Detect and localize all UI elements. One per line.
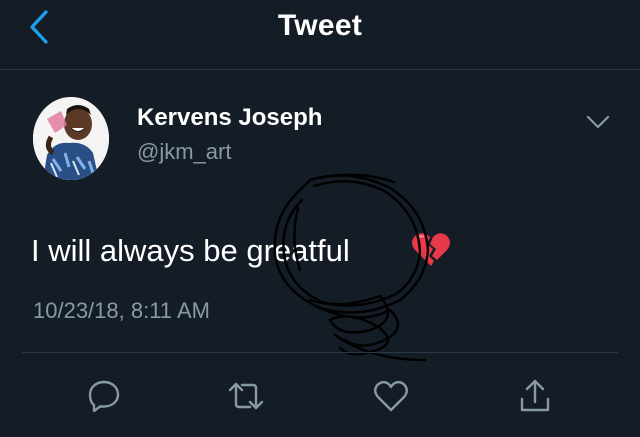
like-icon bbox=[374, 380, 408, 412]
reply-button[interactable] bbox=[80, 372, 128, 420]
reply-icon bbox=[88, 380, 120, 413]
chevron-down-icon bbox=[586, 115, 610, 129]
avatar[interactable] bbox=[33, 97, 109, 180]
author-handle[interactable]: @jkm_art bbox=[137, 138, 231, 166]
author-name[interactable]: Kervens Joseph bbox=[137, 103, 322, 133]
broken-heart-icon bbox=[410, 228, 452, 270]
tweet-text: I will always be greatful bbox=[31, 233, 350, 268]
share-icon bbox=[520, 379, 550, 412]
share-button[interactable] bbox=[511, 372, 559, 420]
tweet-timestamp: 10/23/18, 8:11 AM bbox=[33, 298, 210, 323]
retweet-icon bbox=[228, 382, 264, 410]
retweet-button[interactable] bbox=[222, 372, 270, 420]
page-title: Tweet bbox=[277, 9, 363, 42]
tweet-options-button[interactable] bbox=[582, 108, 614, 136]
divider bbox=[22, 352, 618, 353]
like-button[interactable] bbox=[367, 372, 415, 420]
top-bar: Tweet bbox=[0, 0, 640, 70]
